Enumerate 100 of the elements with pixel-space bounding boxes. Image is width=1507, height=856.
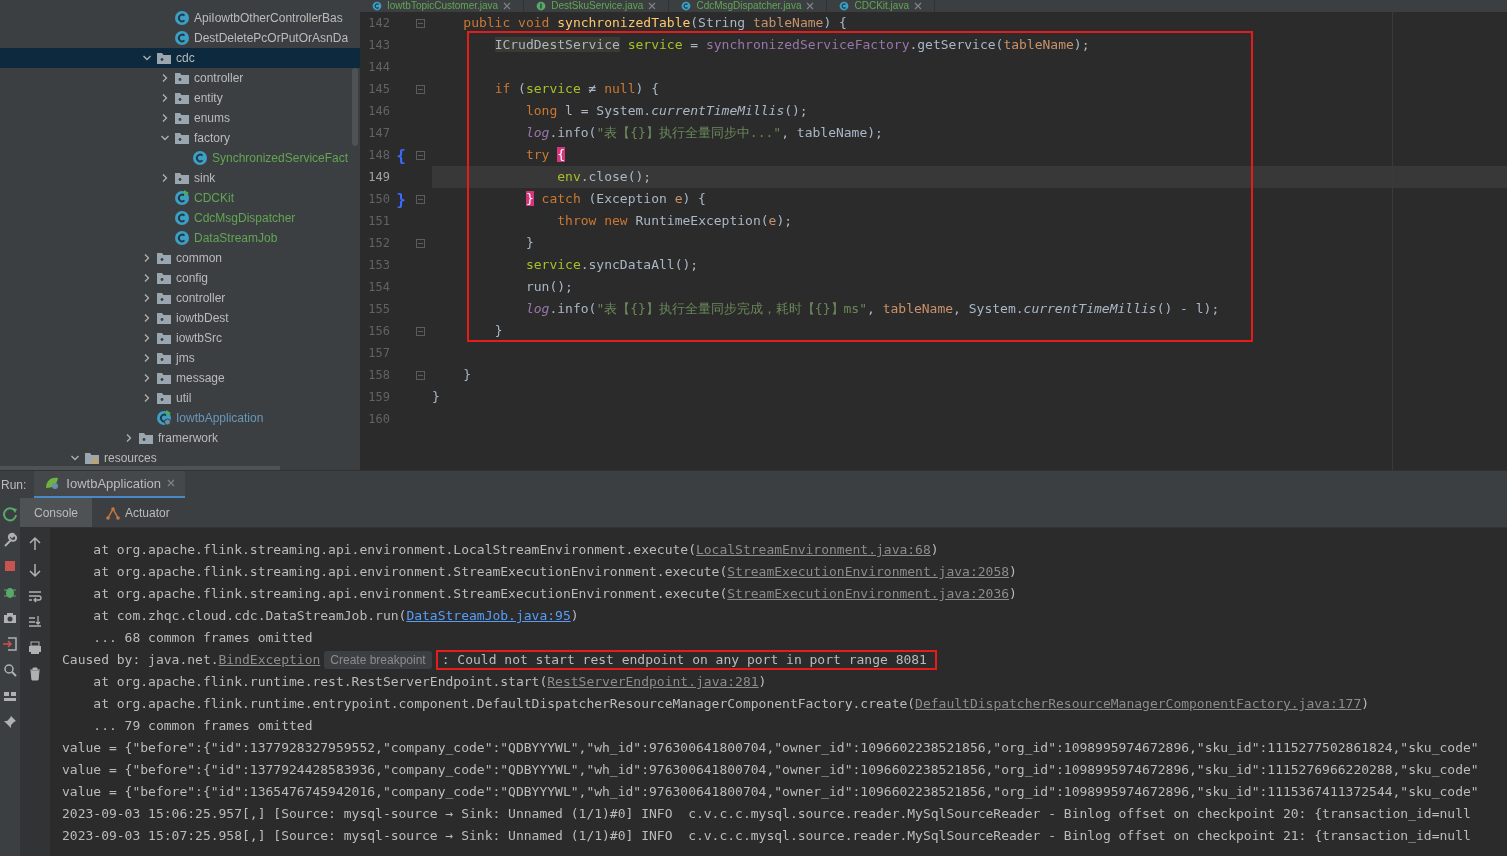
tree-item[interactable]: enums [0,108,360,128]
tree-item[interactable]: iowtbSrc [0,328,360,348]
tree-item[interactable]: resources [0,448,360,468]
chevron-icon[interactable] [160,173,170,183]
source-link[interactable]: StreamExecutionEnvironment.java:2058 [727,564,1010,579]
up-arrow-icon[interactable] [27,536,43,552]
tree-item[interactable]: controller [0,68,360,88]
tree-item[interactable]: common [0,248,360,268]
code-line: env.close(); [556,169,652,184]
tree-item[interactable]: config [0,268,360,288]
class-icon [174,230,190,246]
camera-icon[interactable] [2,610,18,626]
chevron-icon[interactable] [160,133,170,143]
tree-item[interactable]: CdcMsgDispatcher [0,208,360,228]
close-icon[interactable] [806,2,815,10]
editor-tab[interactable]: CdcMsgDispatcher.java [669,0,828,12]
tree-item[interactable]: DestDeletePcOrPutOrAsnDa [0,28,360,48]
tree-item[interactable]: ApiIowtbOtherControllerBas [0,8,360,28]
folder-icon [138,431,154,445]
fold-icon[interactable] [415,370,425,380]
folder-icon [174,91,190,105]
code-line: public void synchronizedTable(String tableName) { [462,15,847,30]
brace-marker: { [396,145,406,165]
close-icon[interactable] [167,479,176,487]
rerun-icon[interactable] [2,506,18,522]
scrollbar[interactable] [352,68,358,146]
stop-icon[interactable] [2,558,18,574]
chevron-icon[interactable] [124,433,134,443]
chevron-icon[interactable] [142,313,152,323]
editor-tab[interactable]: DestSkuService.java [524,0,670,12]
tree-item[interactable]: entity [0,88,360,108]
fold-icon[interactable] [415,238,425,248]
console-text: value = {"before":{"id":1365476745942016,"company_code":"QDBYYYWL","wh_id":976300641800704,"owner_id":1096602238521856,"org_id":1098995974672896,"sku_id":1115367411372544,"sku_code" [62,784,1479,799]
source-link[interactable]: DefaultDispatcherResourceManagerComponentFactory.java:177 [915,696,1362,711]
chevron-icon[interactable] [142,333,152,343]
chevron-icon[interactable] [160,93,170,103]
console-text: at org.apache.flink.runtime.entrypoint.component.DefaultDispatcherResourceManagerComponentFactory.create( [92,696,916,711]
fold-icon[interactable] [415,18,425,28]
tree-item[interactable]: jms [0,348,360,368]
tree-item[interactable]: DataStreamJob [0,228,360,248]
spring-app-icon [44,476,61,490]
fold-icon[interactable] [415,150,425,160]
console-tab[interactable]: Console [20,498,93,527]
runnable-class-icon [174,190,190,206]
close-icon[interactable] [503,2,512,10]
tree-item[interactable]: message [0,368,360,388]
console-text: ) [570,608,579,623]
tree-item[interactable]: framerwork [0,428,360,448]
pin-icon[interactable] [2,714,18,730]
tree-item[interactable]: iowtbDest [0,308,360,328]
chevron-icon[interactable] [142,393,152,403]
editor-tab[interactable]: IowtbTopicCustomer.java [360,0,525,12]
soft-wrap-icon[interactable] [27,588,43,604]
source-link[interactable]: DataStreamJob.java:95 [406,608,571,623]
close-icon[interactable] [648,2,657,10]
console-tab[interactable]: Actuator [92,498,184,527]
chevron-icon[interactable] [142,293,152,303]
line-number: 147 [367,126,390,140]
console-text: ) [1009,586,1017,601]
chevron-icon[interactable] [142,273,152,283]
tree-item[interactable]: sink [0,168,360,188]
trash-icon[interactable] [27,666,43,682]
chevron-icon[interactable] [70,453,80,463]
folder-icon [174,71,190,85]
chevron-icon[interactable] [142,253,152,263]
source-link[interactable]: StreamExecutionEnvironment.java:2036 [727,586,1010,601]
source-link[interactable]: BindException [218,652,321,667]
folder-icon [156,311,172,325]
chevron-icon[interactable] [142,373,152,383]
print-icon[interactable] [27,640,43,656]
tree-item[interactable]: util [0,388,360,408]
resources-folder-icon [84,451,100,465]
fold-icon[interactable] [415,194,425,204]
source-link[interactable]: LocalStreamEnvironment.java:68 [695,542,931,557]
source-link[interactable]: RestServerEndpoint.java:281 [547,674,759,689]
search-icon[interactable] [2,662,18,678]
tree-item[interactable]: CDCKit [0,188,360,208]
line-number: 159 [367,390,390,404]
fold-icon[interactable] [415,326,425,336]
tree-item[interactable]: IowtbApplication [0,408,360,428]
folder-icon [156,251,172,265]
chevron-icon[interactable] [160,73,170,83]
tree-item[interactable]: cdc [0,48,360,68]
chevron-icon[interactable] [160,113,170,123]
folder-icon [156,351,172,365]
chevron-icon[interactable] [142,53,152,63]
down-arrow-icon[interactable] [27,562,43,578]
tree-item[interactable]: SynchronizedServiceFact [0,148,360,168]
chevron-icon[interactable] [142,353,152,363]
editor-tab[interactable]: CDCKit.java [827,0,935,12]
tree-item[interactable]: factory [0,128,360,148]
fold-icon[interactable] [415,84,425,94]
create-breakpoint-hint[interactable]: Create breakpoint [324,651,432,669]
code-line: if (service ≠ null) { [493,81,659,96]
tree-item[interactable]: controller [0,288,360,308]
run-tab[interactable]: IowtbApplication [34,470,186,499]
close-icon[interactable] [913,2,922,10]
exit-icon[interactable] [2,636,18,652]
scroll-to-end-icon[interactable] [27,614,43,630]
code-line: run(); [524,279,573,294]
